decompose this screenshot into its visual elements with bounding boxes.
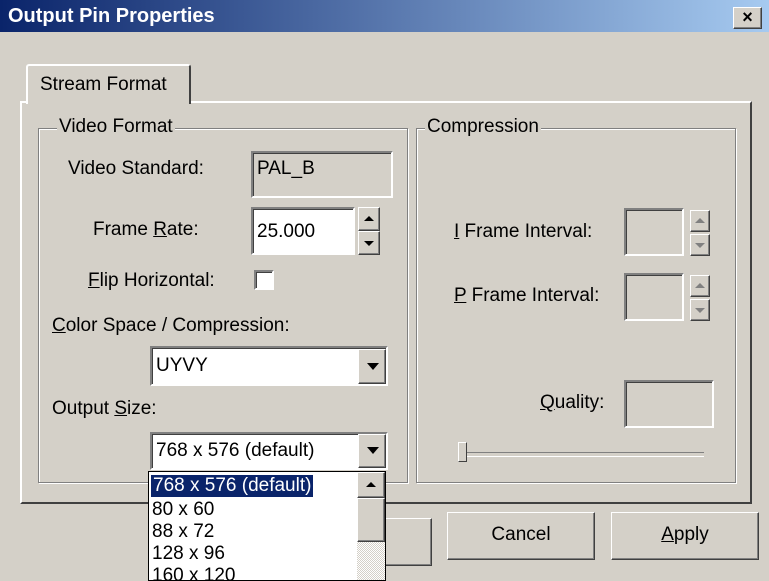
list-item[interactable]: 160 x 120	[152, 565, 235, 580]
i-frame-down-button[interactable]	[690, 234, 710, 256]
list-item[interactable]: 80 x 60	[152, 499, 214, 521]
p-frame-interval-label: P Frame Interval:	[454, 285, 600, 306]
p-frame-up-button[interactable]	[690, 275, 710, 297]
quality-slider-track[interactable]	[461, 452, 704, 457]
arrow-up-icon	[695, 218, 705, 223]
cancel-button[interactable]: Cancel	[447, 512, 595, 560]
arrow-down-icon	[364, 241, 374, 246]
quality-label: Quality:	[540, 392, 605, 413]
quality-slider-thumb[interactable]	[458, 442, 467, 462]
quality-input[interactable]	[624, 380, 714, 428]
arrow-up-icon	[695, 283, 705, 288]
compression-legend: Compression	[425, 116, 541, 138]
list-item[interactable]: 768 x 576 (default)	[151, 475, 314, 497]
chevron-down-icon	[367, 447, 379, 454]
arrow-up-icon	[366, 482, 376, 487]
arrow-up-icon	[364, 216, 374, 221]
frame-rate-value: 25.000	[257, 221, 316, 242]
frame-rate-label: Frame Rate:	[93, 219, 199, 240]
tab-stream-format[interactable]: Stream Format	[26, 64, 191, 104]
color-space-label: Color Space / Compression:	[52, 315, 290, 336]
chevron-down-icon	[367, 363, 379, 370]
color-space-dropdown-button[interactable]	[358, 349, 386, 384]
video-format-legend: Video Format	[57, 116, 175, 138]
arrow-down-icon	[695, 243, 705, 248]
list-scroll-thumb[interactable]	[357, 498, 385, 542]
list-item[interactable]: 88 x 72	[152, 521, 214, 543]
i-frame-up-button[interactable]	[690, 210, 710, 232]
output-size-select[interactable]: 768 x 576 (default)	[150, 432, 388, 470]
list-item[interactable]: 128 x 96	[152, 543, 225, 565]
close-icon: ×	[742, 7, 753, 27]
flip-horizontal-checkbox[interactable]	[254, 270, 274, 290]
video-standard-value: PAL_B	[257, 158, 315, 179]
video-standard-field: PAL_B	[251, 151, 393, 198]
output-size-label: Output Size:	[52, 398, 157, 419]
close-button[interactable]: ×	[733, 7, 762, 29]
i-frame-interval-label: I Frame Interval:	[454, 221, 593, 242]
window-title: Output Pin Properties	[8, 5, 215, 27]
i-frame-interval-input[interactable]	[624, 208, 684, 256]
frame-rate-down-button[interactable]	[358, 231, 380, 255]
arrow-down-icon	[695, 308, 705, 313]
p-frame-interval-input[interactable]	[624, 273, 684, 321]
list-scroll-up-button[interactable]	[357, 472, 385, 498]
output-size-value: 768 x 576 (default)	[156, 440, 315, 461]
frame-rate-up-button[interactable]	[358, 207, 380, 231]
flip-horizontal-label: Flip Horizontal:	[88, 270, 215, 291]
color-space-select[interactable]: UYVY	[150, 346, 388, 386]
apply-button[interactable]: Apply	[611, 512, 759, 560]
tab-label: Stream Format	[40, 74, 167, 95]
video-standard-label: Video Standard:	[68, 158, 204, 179]
frame-rate-input[interactable]: 25.000	[251, 207, 355, 255]
output-size-dropdown-list[interactable]: 768 x 576 (default) 80 x 60 88 x 72 128 …	[148, 471, 386, 581]
output-size-dropdown-button[interactable]	[358, 434, 386, 468]
p-frame-down-button[interactable]	[690, 299, 710, 321]
color-space-value: UYVY	[156, 355, 208, 376]
